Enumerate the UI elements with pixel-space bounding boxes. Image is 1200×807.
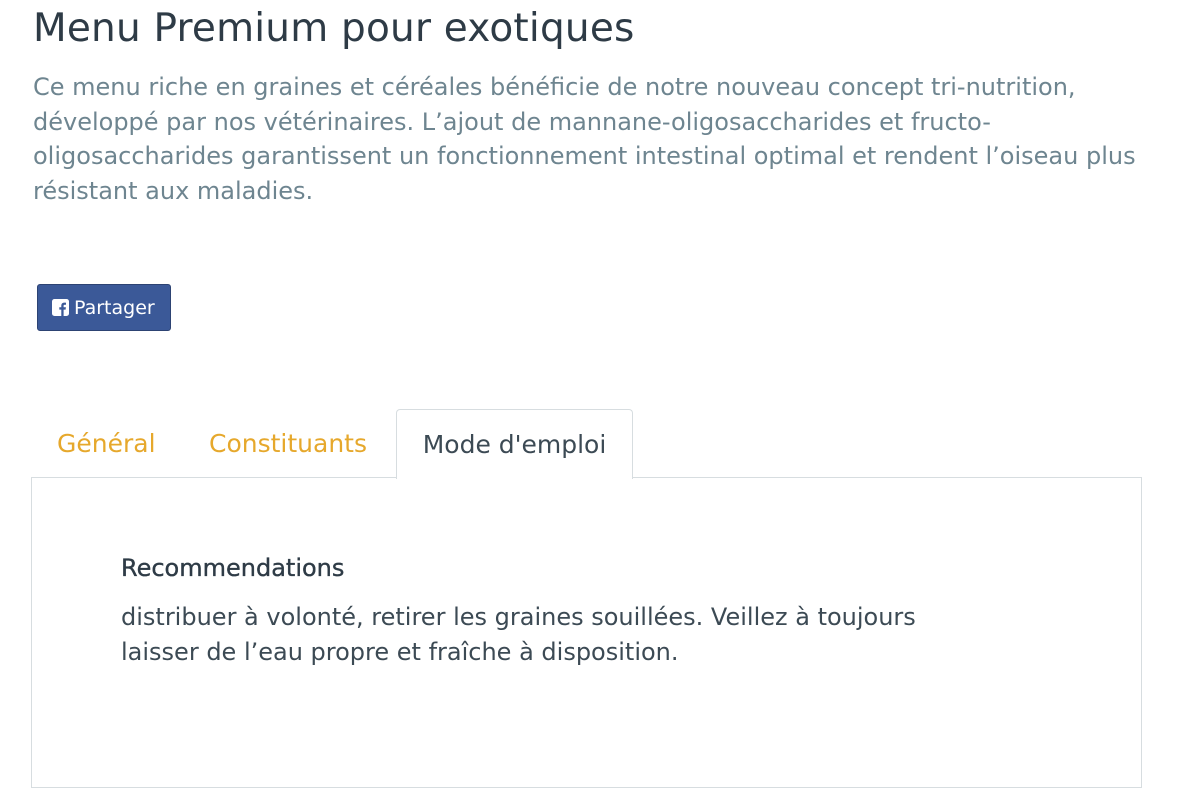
tab-mode-emploi[interactable]: Mode d'emploi (396, 409, 633, 479)
tab-bar: Général Constituants Mode d'emploi (33, 409, 1142, 479)
page-title: Menu Premium pour exotiques (33, 6, 635, 51)
tab-constituants[interactable]: Constituants (209, 409, 367, 478)
product-page: Menu Premium pour exotiques Ce menu rich… (0, 0, 1200, 807)
tab-panel-mode-emploi: Recommendations distribuer à volonté, re… (31, 477, 1142, 788)
panel-heading: Recommendations (121, 554, 345, 582)
facebook-share-button[interactable]: Partager (37, 284, 171, 331)
product-description: Ce menu riche en graines et céréales bén… (33, 73, 1136, 205)
tab-general[interactable]: Général (57, 409, 156, 478)
share-button-label: Partager (74, 296, 155, 319)
panel-text: distribuer à volonté, retirer les graine… (121, 603, 916, 666)
facebook-icon (52, 299, 69, 316)
